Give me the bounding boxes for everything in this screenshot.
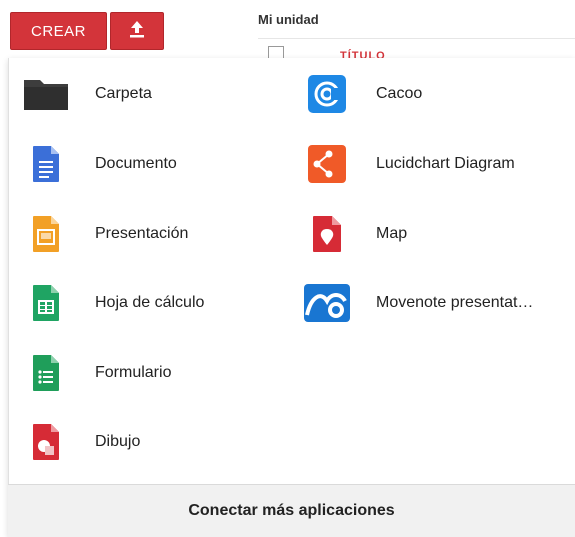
menu-item-label: Lucidchart Diagram bbox=[376, 155, 515, 172]
cacoo-icon bbox=[302, 72, 352, 116]
menu-item-lucidchart[interactable]: Lucidchart Diagram bbox=[302, 140, 515, 188]
menu-item-label: Documento bbox=[95, 155, 177, 172]
connect-more-apps-button[interactable]: Conectar más aplicaciones bbox=[8, 484, 575, 537]
menu-item-label: Hoja de cálculo bbox=[95, 294, 205, 311]
upload-icon bbox=[128, 19, 146, 44]
menu-item-presentation[interactable]: Presentación bbox=[21, 210, 188, 258]
menu-item-label: Cacoo bbox=[376, 85, 423, 102]
menu-item-folder[interactable]: Carpeta bbox=[21, 70, 152, 118]
forms-icon bbox=[21, 351, 71, 395]
docs-icon bbox=[21, 142, 71, 186]
location-title: Mi unidad bbox=[258, 12, 319, 27]
map-icon bbox=[302, 212, 352, 256]
drawing-icon bbox=[21, 420, 71, 464]
create-menu: Carpeta Documento Presentación Hoja de c… bbox=[8, 58, 575, 537]
create-button-label: CREAR bbox=[30, 22, 86, 40]
menu-item-label: Movenote presentat… bbox=[376, 294, 534, 311]
menu-item-label: Presentación bbox=[95, 225, 189, 242]
menu-item-drawing[interactable]: Dibujo bbox=[21, 418, 140, 466]
movenote-icon bbox=[302, 281, 352, 325]
menu-item-map[interactable]: Map bbox=[302, 210, 407, 258]
menu-item-label: Formulario bbox=[95, 364, 172, 381]
menu-item-form[interactable]: Formulario bbox=[21, 349, 171, 397]
toolbar: CREAR Mi unidad TÍTULO bbox=[0, 0, 575, 62]
lucidchart-icon bbox=[302, 142, 352, 186]
sheets-icon bbox=[21, 281, 71, 325]
menu-item-label: Carpeta bbox=[95, 85, 152, 102]
connect-more-apps-label: Conectar más aplicaciones bbox=[188, 502, 395, 519]
menu-item-label: Dibujo bbox=[95, 433, 141, 450]
menu-item-document[interactable]: Documento bbox=[21, 140, 177, 188]
menu-item-label: Map bbox=[376, 225, 408, 242]
folder-icon bbox=[21, 72, 71, 116]
menu-item-cacoo[interactable]: Cacoo bbox=[302, 70, 422, 118]
menu-item-movenote[interactable]: Movenote presentat… bbox=[302, 279, 533, 327]
menu-item-spreadsheet[interactable]: Hoja de cálculo bbox=[21, 279, 204, 327]
upload-button[interactable] bbox=[110, 12, 164, 50]
header-divider bbox=[258, 38, 575, 39]
slides-icon bbox=[21, 212, 71, 256]
create-button[interactable]: CREAR bbox=[10, 12, 107, 50]
